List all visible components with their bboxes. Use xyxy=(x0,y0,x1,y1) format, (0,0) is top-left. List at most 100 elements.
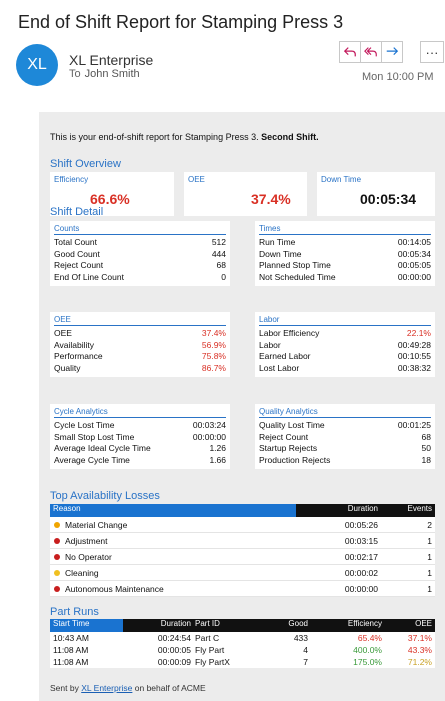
shift-detail-title: Shift Detail xyxy=(50,206,104,218)
part-runs-table: Start Time Duration Part ID Good Efficie… xyxy=(50,619,435,668)
col-oee: OEE xyxy=(384,619,435,632)
avatar[interactable]: XL xyxy=(16,44,58,86)
times-title: Times xyxy=(259,224,431,235)
counts-row-value: 444 xyxy=(211,248,226,259)
quality-row: Production Rejects 18 xyxy=(259,455,431,467)
times-row-label: Planned Stop Time xyxy=(259,260,331,270)
recipient-name[interactable]: John Smith xyxy=(85,68,140,80)
intro-text: This is your end-of-shift report for Sta… xyxy=(50,132,319,142)
quality-row: Quality Lost Time 00:01:25 xyxy=(259,420,431,432)
table-row: 11:08 AM 00:00:05 Fly Part 4 400.0% 43.3% xyxy=(50,644,435,656)
table-row: 11:08 AM 00:00:09 Fly PartX 7 175.0% 71.2% xyxy=(50,656,435,668)
labor-row-value: 22.1% xyxy=(406,328,431,338)
status-dot-icon xyxy=(54,522,60,529)
sender-name[interactable]: XL Enterprise xyxy=(69,52,153,68)
times-row-value: 00:05:34 xyxy=(397,248,431,259)
forward-button[interactable] xyxy=(381,41,403,63)
labor-row: Lost Labor 00:38:32 xyxy=(259,363,431,375)
received-date: Mon 10:00 PM xyxy=(362,71,434,83)
loss-reason: Autonomous Maintenance xyxy=(50,584,296,594)
oee-row: Performance 75.8% xyxy=(54,351,226,363)
footer-link[interactable]: XL Enterprise xyxy=(81,683,132,693)
intro-shift: Second Shift. xyxy=(261,132,319,142)
email-body: This is your end-of-shift report for Sta… xyxy=(39,112,445,701)
times-row: Planned Stop Time 00:05:05 xyxy=(259,260,431,272)
col-duration: Duration xyxy=(123,619,193,632)
status-dot-icon xyxy=(54,570,60,577)
labor-panel: Labor Labor Efficiency 22.1% Labor 00:49:2… xyxy=(255,312,435,377)
run-part-id: Fly Part xyxy=(195,645,225,655)
run-good: 4 xyxy=(303,645,308,655)
reply-button[interactable] xyxy=(339,41,361,63)
loss-duration: 00:03:15 xyxy=(344,535,378,546)
times-panel: Times Run Time 00:14:05 Down Time 00:05:34… xyxy=(255,221,435,286)
table-row: Adjustment 00:03:15 1 xyxy=(50,533,435,549)
labor-row-label: Earned Labor xyxy=(259,351,311,361)
availability-losses-table: Reason Duration Events Material Change 00… xyxy=(50,504,435,597)
counts-title: Counts xyxy=(54,224,226,235)
intro-sentence: This is your end-of-shift report for Sta… xyxy=(50,132,259,142)
labor-row-label: Lost Labor xyxy=(259,362,300,373)
loss-reason: Adjustment xyxy=(50,536,296,546)
quality-row-label: Startup Rejects xyxy=(259,443,318,453)
loss-events: 1 xyxy=(427,567,432,578)
footer-suffix: on behalf of ACME xyxy=(134,683,206,693)
run-part-id: Part C xyxy=(195,633,220,643)
run-start: 11:08 AM xyxy=(53,657,89,667)
loss-events: 1 xyxy=(427,535,432,546)
run-oee: 43.3% xyxy=(407,645,432,655)
oee-row-value: 56.9% xyxy=(201,339,226,350)
table-row: Material Change 00:05:26 2 xyxy=(50,517,435,533)
reply-all-button[interactable] xyxy=(360,41,382,63)
avatar-initials: XL xyxy=(27,56,47,73)
cycle-row-value: 1.66 xyxy=(209,454,226,465)
table-row: 10:43 AM 00:24:54 Part C 433 65.4% 37.1% xyxy=(50,632,435,644)
cycle-analytics-panel: Cycle Analytics Cycle Lost Time 00:03:24 … xyxy=(50,404,230,469)
loss-reason-label: Adjustment xyxy=(65,535,108,546)
labor-row: Labor 00:49:28 xyxy=(259,340,431,352)
cycle-row-value: 00:03:24 xyxy=(192,420,226,430)
counts-row: End Of Line Count 0 xyxy=(54,272,226,284)
kpi-downtime-value: 00:05:34 xyxy=(360,191,417,207)
loss-duration: 00:05:26 xyxy=(344,519,378,530)
counts-row-value: 68 xyxy=(216,260,226,270)
counts-row: Good Count 444 xyxy=(54,249,226,261)
counts-panel: Counts Total Count 512 Good Count 444 Reje… xyxy=(50,221,230,286)
times-row: Not Scheduled Time 00:00:00 xyxy=(259,272,431,284)
part-runs-title: Part Runs xyxy=(50,606,99,618)
cycle-row-value: 00:00:00 xyxy=(192,431,226,442)
quality-row-value: 00:01:25 xyxy=(397,420,431,430)
email-subject: End of Shift Report for Stamping Press 3 xyxy=(18,12,344,32)
quality-analytics-title: Quality Analytics xyxy=(259,407,431,418)
status-dot-icon xyxy=(54,586,60,593)
quality-row-label: Quality Lost Time xyxy=(259,420,325,430)
counts-row-label: Reject Count xyxy=(54,260,104,270)
times-row-value: 00:14:05 xyxy=(397,237,431,247)
footer-prefix: Sent by xyxy=(50,683,79,693)
kpi-oee-value: 37.4% xyxy=(251,191,291,207)
counts-row-label: Good Count xyxy=(54,248,100,259)
cycle-row: Small Stop Lost Time 00:00:00 xyxy=(54,432,226,444)
more-actions-button[interactable]: ··· xyxy=(420,41,444,63)
times-row-label: Not Scheduled Time xyxy=(259,271,336,282)
loss-reason: Material Change xyxy=(50,520,296,530)
kpi-downtime-label: Down Time xyxy=(321,175,362,184)
col-reason: Reason xyxy=(50,504,296,517)
oee-row-label: Availability xyxy=(54,339,95,350)
times-row-label: Run Time xyxy=(259,237,296,247)
run-efficiency: 175.0% xyxy=(353,657,382,667)
loss-duration: 00:00:00 xyxy=(344,583,378,594)
quality-row-value: 50 xyxy=(421,443,431,453)
cycle-row: Cycle Lost Time 00:03:24 xyxy=(54,420,226,432)
oee-row: OEE 37.4% xyxy=(54,328,226,340)
cycle-row-label: Average Cycle Time xyxy=(54,454,130,465)
reply-all-icon xyxy=(364,47,377,57)
loss-events: 1 xyxy=(427,551,432,562)
labor-row: Labor Efficiency 22.1% xyxy=(259,328,431,340)
run-start: 10:43 AM xyxy=(53,633,89,643)
run-start: 11:08 AM xyxy=(53,645,89,655)
labor-row: Earned Labor 00:10:55 xyxy=(259,351,431,363)
cycle-row-label: Small Stop Lost Time xyxy=(54,431,135,442)
counts-row: Reject Count 68 xyxy=(54,260,226,272)
oee-row-value: 75.8% xyxy=(201,351,226,361)
